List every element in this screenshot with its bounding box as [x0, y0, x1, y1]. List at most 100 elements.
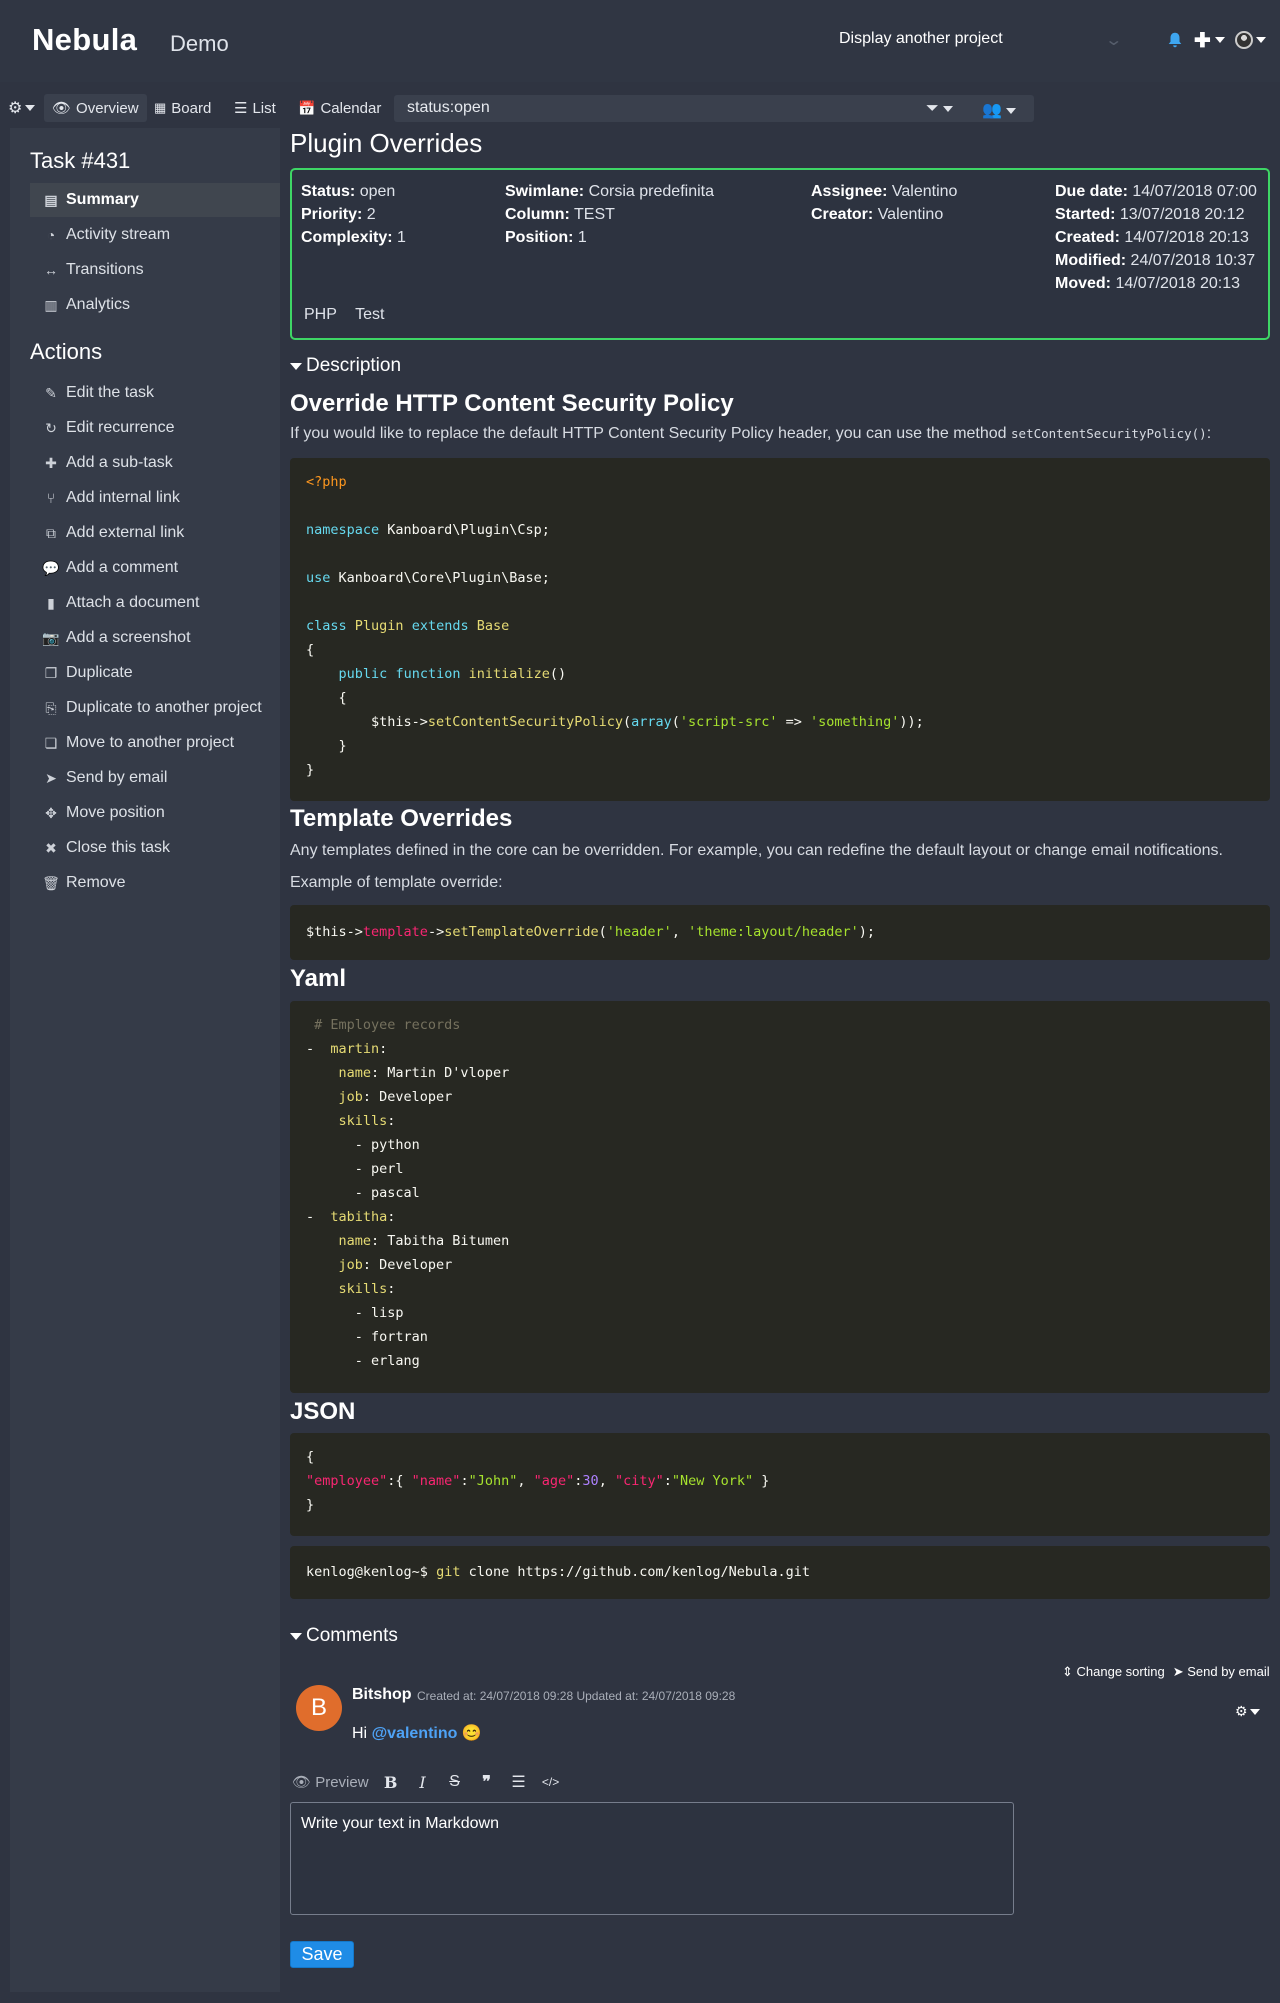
eye-icon: 👁 — [292, 1774, 312, 1791]
filter-bar[interactable]: status:open ⏷ 👥 — [394, 95, 1034, 122]
complexity-field: Complexity: 1 — [301, 229, 406, 246]
project-selector[interactable]: Display another project — [839, 30, 1003, 48]
sidebar-item-transitions[interactable]: ↔ Transitions — [30, 253, 280, 287]
action-add-comment[interactable]: 💬 Add a comment — [30, 551, 280, 585]
files-icon: ❐ — [44, 664, 58, 681]
action-label: Remove — [66, 874, 126, 891]
quote-icon[interactable]: ❞ — [477, 1772, 497, 1792]
page-title: Plugin Overrides — [290, 128, 483, 158]
comment-meta: Created at: 24/07/2018 09:28 Updated at:… — [417, 1689, 736, 1703]
preview-toggle[interactable]: 👁 Preview — [292, 1773, 369, 1791]
action-label: Duplicate — [66, 664, 133, 681]
action-attach-document[interactable]: ▮ Attach a document — [30, 586, 280, 620]
action-label: Add a comment — [66, 559, 179, 576]
comment-textarea[interactable]: Write your text in Markdown — [290, 1802, 1014, 1915]
action-remove[interactable]: 🗑 Remove — [30, 866, 280, 900]
code-block-json: { "employee":{ "name":"John", "age":30, … — [290, 1433, 1270, 1536]
action-duplicate[interactable]: ❐ Duplicate — [30, 656, 280, 690]
overview-button[interactable]: 👁 Overview — [44, 94, 147, 122]
actions-title: Actions — [30, 339, 103, 364]
user-mention[interactable]: @valentino — [372, 1725, 458, 1742]
user-avatar[interactable] — [1234, 31, 1253, 49]
tag[interactable]: PHP — [304, 306, 337, 323]
action-add-external-link[interactable]: ⧉ Add external link — [30, 516, 280, 550]
paragraph-template-example: Example of template override: — [290, 874, 503, 891]
comment-actions: ⇕ Change sorting ➤ Send by email — [1062, 1664, 1270, 1680]
change-sorting-link[interactable]: ⇕ Change sorting — [1062, 1664, 1165, 1680]
settings-dropdown[interactable]: ⚙ — [8, 94, 36, 122]
gear-icon: ⚙ — [8, 100, 23, 117]
code-icon[interactable]: </> — [541, 1775, 561, 1789]
sidebar-item-summary[interactable]: ▤ Summary — [30, 183, 280, 217]
paper-plane-icon: ➤ — [45, 769, 57, 786]
list-button[interactable]: ☰ List — [234, 94, 276, 122]
smile-emoji: 😊 — [461, 1725, 482, 1742]
list-icon[interactable]: ☰ — [509, 1772, 529, 1792]
dashboard-icon: ◔ — [46, 227, 56, 243]
description-toggle[interactable]: Description — [290, 355, 401, 377]
caret-icon[interactable] — [1255, 37, 1266, 43]
action-add-subtask[interactable]: ✚ Add a sub-task — [30, 446, 280, 480]
action-label: Attach a document — [66, 594, 200, 611]
started-field: Started: 13/07/2018 20:12 — [1055, 206, 1245, 223]
bell-icon[interactable] — [1166, 30, 1184, 50]
action-send-email[interactable]: ➤ Send by email — [30, 761, 280, 795]
creator-field: Creator: Valentino — [811, 206, 944, 223]
paragraph-csp: If you would like to replace the default… — [290, 425, 1212, 442]
action-label: Add a screenshot — [66, 629, 191, 646]
grid-icon: ▦ — [154, 100, 167, 115]
code-block-php: <?php namespace Kanboard\Plugin\Csp; use… — [290, 458, 1270, 801]
action-add-internal-link[interactable]: ⑂ Add internal link — [30, 481, 280, 515]
search-input[interactable]: status:open — [407, 99, 490, 117]
comment-settings-dropdown[interactable]: ⚙ — [1235, 1703, 1260, 1720]
comment-icon: 💬 — [42, 559, 60, 576]
users-icon[interactable]: 👥 — [982, 100, 1017, 120]
action-edit-task[interactable]: ✎ Edit the task — [30, 376, 280, 410]
action-move-to-project[interactable]: ❏ Move to another project — [30, 726, 280, 760]
filter-icon[interactable]: ⏷ — [926, 100, 954, 118]
action-duplicate-to-project[interactable]: ⎘ Duplicate to another project — [30, 691, 280, 725]
sidebar-item-activity[interactable]: ◔ Activity stream — [30, 218, 280, 252]
action-edit-recurrence[interactable]: ↻ Edit recurrence — [30, 411, 280, 445]
save-button[interactable]: Save — [290, 1941, 354, 1968]
chevron-down-icon[interactable]: ⌄ — [1104, 30, 1123, 50]
plus-icon: ✚ — [45, 454, 57, 471]
sidebar-item-analytics[interactable]: ▥ Analytics — [30, 288, 280, 322]
italic-icon[interactable]: I — [413, 1773, 433, 1792]
strikethrough-icon[interactable]: S — [445, 1773, 465, 1791]
caret-icon — [25, 105, 36, 111]
clone-icon: ❏ — [44, 734, 58, 751]
bold-icon[interactable]: B — [381, 1773, 401, 1792]
list-icon: ☰ — [234, 100, 248, 117]
sidebar-item-label: Analytics — [66, 296, 131, 313]
bar-chart-icon: ▥ — [44, 296, 58, 313]
arrows-h-icon: ↔ — [44, 262, 58, 278]
code-block-template: $this->template->setTemplateOverride('he… — [290, 905, 1270, 960]
gear-icon: ⚙ — [1235, 1703, 1248, 1719]
app-logo[interactable]: Nebula — [32, 22, 137, 58]
top-header: Nebula Demo Display another project ⌄ ✚ — [0, 0, 1280, 82]
sidebar-item-label: Activity stream — [66, 226, 171, 243]
trash-icon: 🗑 — [42, 874, 60, 891]
action-add-screenshot[interactable]: 📷 Add a screenshot — [30, 621, 280, 655]
caret-icon[interactable] — [1214, 37, 1225, 43]
board-button[interactable]: ▦ Board — [154, 94, 211, 122]
comment-text: Hi @valentino 😊 — [352, 1725, 482, 1742]
send-email-link[interactable]: ➤ Send by email — [1173, 1664, 1270, 1680]
calendar-button[interactable]: 📅 Calendar — [298, 94, 381, 122]
external-link-icon: ⧉ — [46, 524, 56, 541]
section-label: Description — [306, 355, 402, 376]
tag[interactable]: Test — [355, 306, 384, 323]
edit-icon: ✎ — [45, 384, 57, 401]
list-label: List — [252, 99, 276, 117]
created-field: Created: 14/07/2018 20:13 — [1055, 229, 1249, 246]
project-name: Demo — [170, 31, 229, 56]
plus-icon[interactable]: ✚ — [1194, 28, 1211, 53]
action-close-task[interactable]: ✖ Close this task — [30, 831, 280, 865]
action-label: Close this task — [66, 839, 171, 856]
column-field: Column: TEST — [505, 206, 615, 223]
action-move-position[interactable]: ✥ Move position — [30, 796, 280, 830]
sidebar-item-label: Summary — [66, 191, 139, 208]
comments-toggle[interactable]: Comments — [290, 1625, 398, 1647]
times-icon: ✖ — [45, 839, 57, 856]
